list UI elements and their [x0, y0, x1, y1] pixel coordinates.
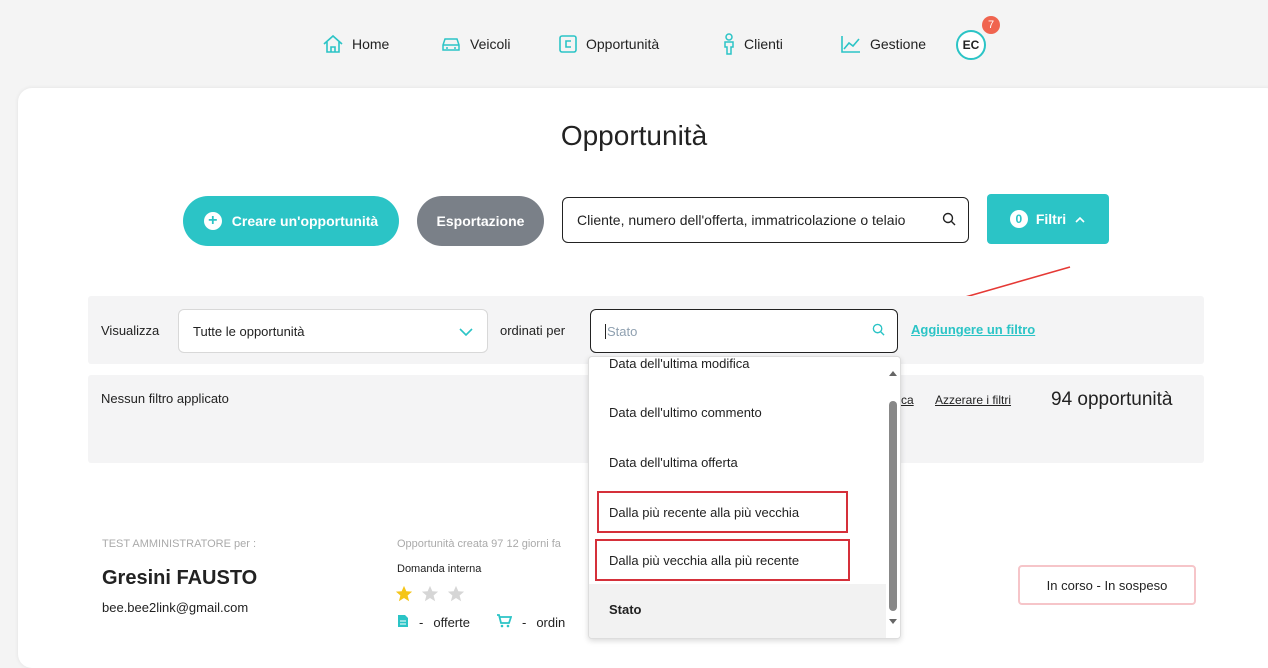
filters-button[interactable]: 0 Filtri: [987, 194, 1109, 244]
search-icon: [872, 323, 885, 339]
create-opportunity-button[interactable]: + Creare un'opportunità: [183, 196, 399, 246]
export-button[interactable]: Esportazione: [417, 196, 544, 246]
view-select-value: Tutte le opportunità: [193, 323, 305, 339]
no-filter-text: Nessun filtro applicato: [101, 391, 229, 406]
nav-management[interactable]: Gestione: [840, 32, 926, 56]
view-label: Visualizza: [101, 323, 160, 338]
orders-label: ordin: [536, 615, 566, 630]
dropdown-scrollbar[interactable]: [886, 357, 900, 638]
filters-label: Filtri: [1035, 211, 1067, 227]
nav-clients-label: Clienti: [744, 36, 783, 52]
rating-stars[interactable]: [395, 585, 465, 603]
page-title: Opportunità: [560, 120, 708, 151]
search-placeholder: Cliente, numero dell'offerta, immatricol…: [577, 212, 906, 228]
notification-badge[interactable]: 7: [982, 16, 1000, 34]
sort-label: ordinati per: [500, 323, 566, 338]
star-icon: [421, 585, 439, 602]
nav-vehicles-label: Veicoli: [470, 36, 511, 52]
document-icon: [397, 614, 409, 631]
nav-home[interactable]: Home: [322, 32, 389, 56]
car-icon: [440, 35, 462, 53]
dash: -: [521, 615, 527, 630]
sort-option[interactable]: Dalla più vecchia alla più recente: [609, 553, 799, 568]
sort-option[interactable]: Data dell'ultima modifica: [609, 357, 750, 371]
add-filter-link[interactable]: Aggiungere un filtro: [911, 322, 1035, 337]
home-icon: [322, 34, 344, 54]
search-icon: [942, 212, 956, 229]
offers-label: offerte: [433, 615, 470, 630]
sort-option[interactable]: Dalla più recente alla più vecchia: [609, 505, 799, 520]
nav-vehicles[interactable]: Veicoli: [440, 32, 510, 56]
status-badge: In corso - In sospeso: [1018, 565, 1196, 605]
opportunity-meta: - offerte - ordin: [397, 614, 565, 631]
view-select[interactable]: Tutte le opportunità: [178, 309, 488, 353]
sort-option-selected[interactable]: Stato: [609, 602, 642, 617]
nav-clients[interactable]: Clienti: [722, 32, 783, 56]
star-icon: [395, 585, 413, 602]
opportunity-icon: [558, 34, 578, 54]
scroll-up-icon[interactable]: [889, 371, 897, 376]
scrollbar-thumb[interactable]: [889, 401, 897, 611]
user-avatar[interactable]: EC: [956, 30, 986, 60]
sort-placeholder: Stato: [605, 323, 872, 339]
chevron-down-icon: [459, 324, 473, 339]
nav-management-label: Gestione: [870, 36, 927, 52]
search-input[interactable]: Cliente, numero dell'offerta, immatricol…: [562, 197, 969, 243]
cart-icon: [496, 614, 513, 631]
sort-option[interactable]: Data dell'ultimo commento: [609, 405, 762, 420]
owner-label: TEST AMMINISTRATORE per :: [102, 538, 257, 550]
chevron-up-icon: [1074, 211, 1086, 227]
sort-option[interactable]: Data dell'ultima offerta: [609, 455, 738, 470]
nav-opportunities[interactable]: Opportunità: [558, 32, 659, 56]
star-icon: [447, 585, 465, 602]
request-type: Domanda interna: [397, 563, 482, 575]
person-icon: [722, 33, 736, 55]
top-navigation: Home Veicoli Opportunità Clienti Gestion…: [0, 0, 1268, 90]
created-label: Opportunità creata 97 12 giorni fa: [397, 538, 561, 550]
reset-filters-link[interactable]: Azzerare i filtri: [935, 393, 1011, 407]
client-name[interactable]: Gresini FAUSTO: [102, 567, 257, 590]
scroll-down-icon[interactable]: [889, 619, 897, 624]
client-email: bee.bee2link@gmail.com: [102, 600, 249, 615]
create-opportunity-label: Creare un'opportunità: [231, 213, 379, 229]
chart-icon: [840, 34, 862, 54]
dash: -: [419, 615, 424, 630]
nav-opportunities-label: Opportunità: [586, 36, 660, 52]
nav-home-label: Home: [352, 36, 390, 52]
sort-dropdown[interactable]: Data dell'ultima modifica Data dell'ulti…: [588, 356, 901, 639]
sort-input[interactable]: Stato: [590, 309, 898, 353]
plus-circle-icon: +: [203, 212, 222, 230]
filter-count-badge: 0: [1009, 210, 1028, 228]
result-count: 94 opportunità: [1051, 389, 1173, 410]
